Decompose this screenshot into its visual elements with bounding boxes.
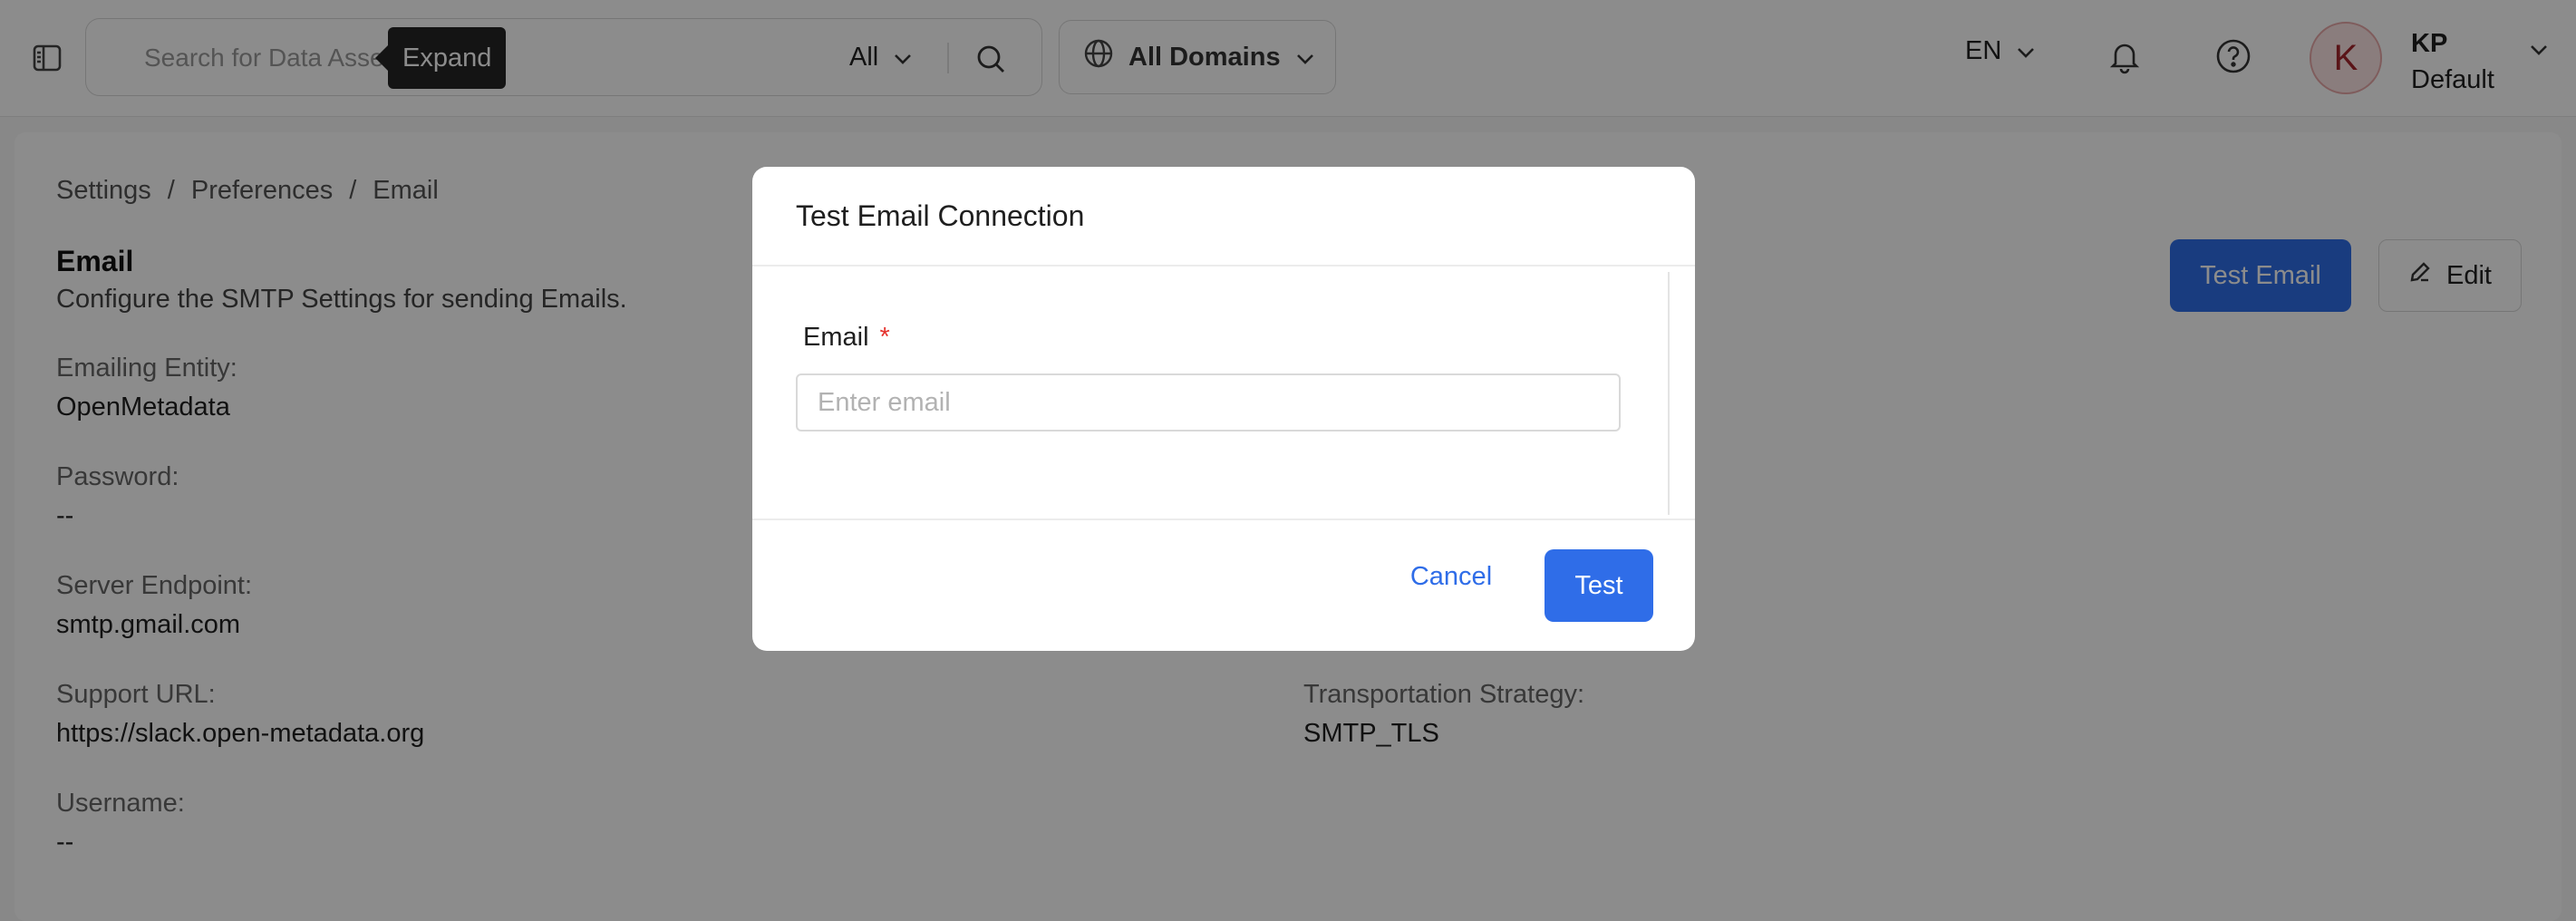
modal-header-divider — [752, 265, 1695, 267]
required-asterisk: * — [879, 323, 890, 352]
modal-title: Test Email Connection — [796, 199, 1085, 232]
email-field[interactable] — [796, 373, 1621, 431]
test-email-modal: Test Email Connection Email * Cancel Test — [752, 167, 1695, 651]
test-button[interactable]: Test — [1545, 549, 1653, 622]
cancel-button[interactable]: Cancel — [1401, 549, 1501, 604]
modal-footer-divider — [752, 519, 1695, 520]
email-field-label: Email * — [803, 323, 890, 353]
email-label-text: Email — [803, 323, 869, 352]
modal-scrollbar[interactable] — [1668, 272, 1670, 515]
